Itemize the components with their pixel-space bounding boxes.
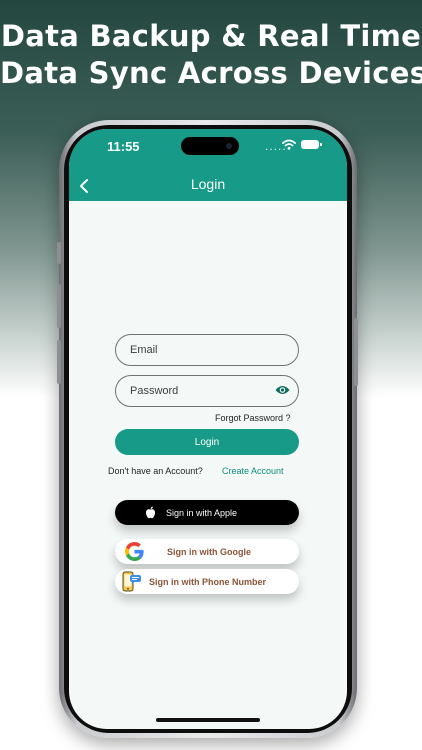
headline-line-2: Data Sync Across Devices bbox=[0, 56, 422, 90]
promo-headline: Data Backup & Real Time Data Sync Across… bbox=[0, 18, 422, 92]
sign-in-apple-label: Sign in with Apple bbox=[166, 508, 238, 518]
eye-icon[interactable] bbox=[275, 384, 290, 396]
power-button bbox=[354, 318, 358, 386]
email-input[interactable] bbox=[128, 343, 272, 357]
sign-in-phone-button[interactable]: Sign in with Phone Number bbox=[115, 569, 299, 594]
page-title: Login bbox=[190, 176, 226, 192]
login-button[interactable]: Login bbox=[115, 429, 299, 455]
phone-chat-icon bbox=[122, 571, 141, 592]
sign-in-google-button[interactable]: Sign in with Google bbox=[115, 539, 299, 564]
forgot-password-link[interactable]: Forgot Password ? bbox=[215, 413, 291, 423]
sign-in-phone-label: Sign in with Phone Number bbox=[149, 577, 266, 587]
headline-line-1: Data Backup & Real Time bbox=[0, 19, 422, 53]
status-bar: 11:55 ..... bbox=[69, 129, 347, 173]
volume-up-button bbox=[57, 284, 61, 328]
action-button bbox=[57, 242, 61, 264]
volume-down-button bbox=[57, 340, 61, 384]
sign-in-google-label: Sign in with Google bbox=[167, 547, 251, 557]
home-indicator bbox=[156, 718, 260, 722]
camera-icon bbox=[226, 143, 232, 149]
app-bar: Login bbox=[69, 173, 347, 201]
wifi-icon bbox=[282, 139, 296, 150]
email-field[interactable] bbox=[115, 334, 299, 366]
password-input[interactable] bbox=[128, 384, 272, 398]
sign-in-apple-button[interactable]: Sign in with Apple bbox=[115, 500, 299, 525]
status-time: 11:55 bbox=[107, 139, 140, 154]
password-field[interactable] bbox=[115, 375, 299, 407]
google-logo-icon bbox=[125, 542, 144, 561]
phone-screen: 11:55 ..... Login Forgot Password ? Logi… bbox=[69, 129, 347, 729]
battery-icon bbox=[301, 140, 322, 149]
no-account-text: Don't have an Account? bbox=[108, 466, 203, 476]
apple-logo-icon bbox=[146, 506, 155, 519]
create-account-link[interactable]: Create Account bbox=[222, 466, 284, 476]
dynamic-island bbox=[181, 137, 239, 155]
